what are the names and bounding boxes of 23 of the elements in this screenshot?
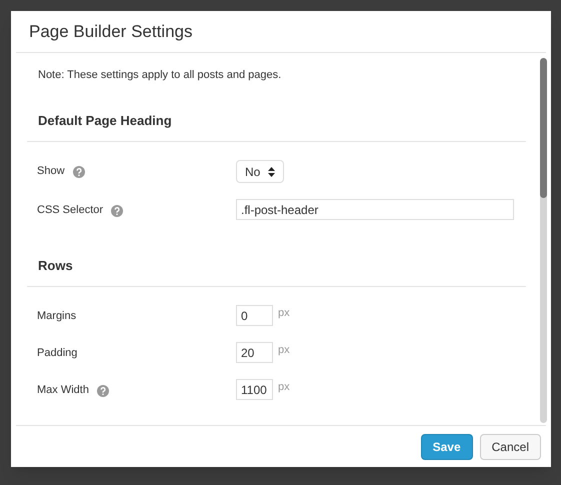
field-label: Max Width: [37, 383, 89, 398]
updown-icon: [268, 166, 276, 176]
section-heading: Rows: [38, 258, 73, 273]
scrollbar[interactable]: [540, 58, 547, 423]
unit-label: px: [278, 343, 290, 358]
section-heading: Default Page Heading: [38, 113, 172, 128]
input-field[interactable]: .fl-post-header: [236, 199, 514, 220]
help-icon[interactable]: [72, 166, 85, 178]
help-icon[interactable]: [111, 205, 124, 217]
field-label: Padding: [37, 346, 78, 361]
note-text: Note: These settings apply to all posts and pages.: [37, 68, 282, 83]
show-select[interactable]: No: [236, 160, 284, 183]
field-label: Margins: [37, 309, 76, 324]
field-label: Show: [37, 164, 65, 179]
unit-label: px: [278, 306, 290, 321]
cancel-button[interactable]: Cancel: [480, 434, 541, 460]
help-icon[interactable]: [96, 385, 109, 397]
input-field[interactable]: 0: [236, 305, 273, 326]
field-label: CSS Selector: [37, 203, 104, 218]
input-field[interactable]: 20: [236, 342, 273, 363]
unit-label: px: [278, 380, 290, 395]
dialog-title: Page Builder Settings: [29, 20, 192, 43]
input-field[interactable]: 1100: [236, 379, 273, 400]
